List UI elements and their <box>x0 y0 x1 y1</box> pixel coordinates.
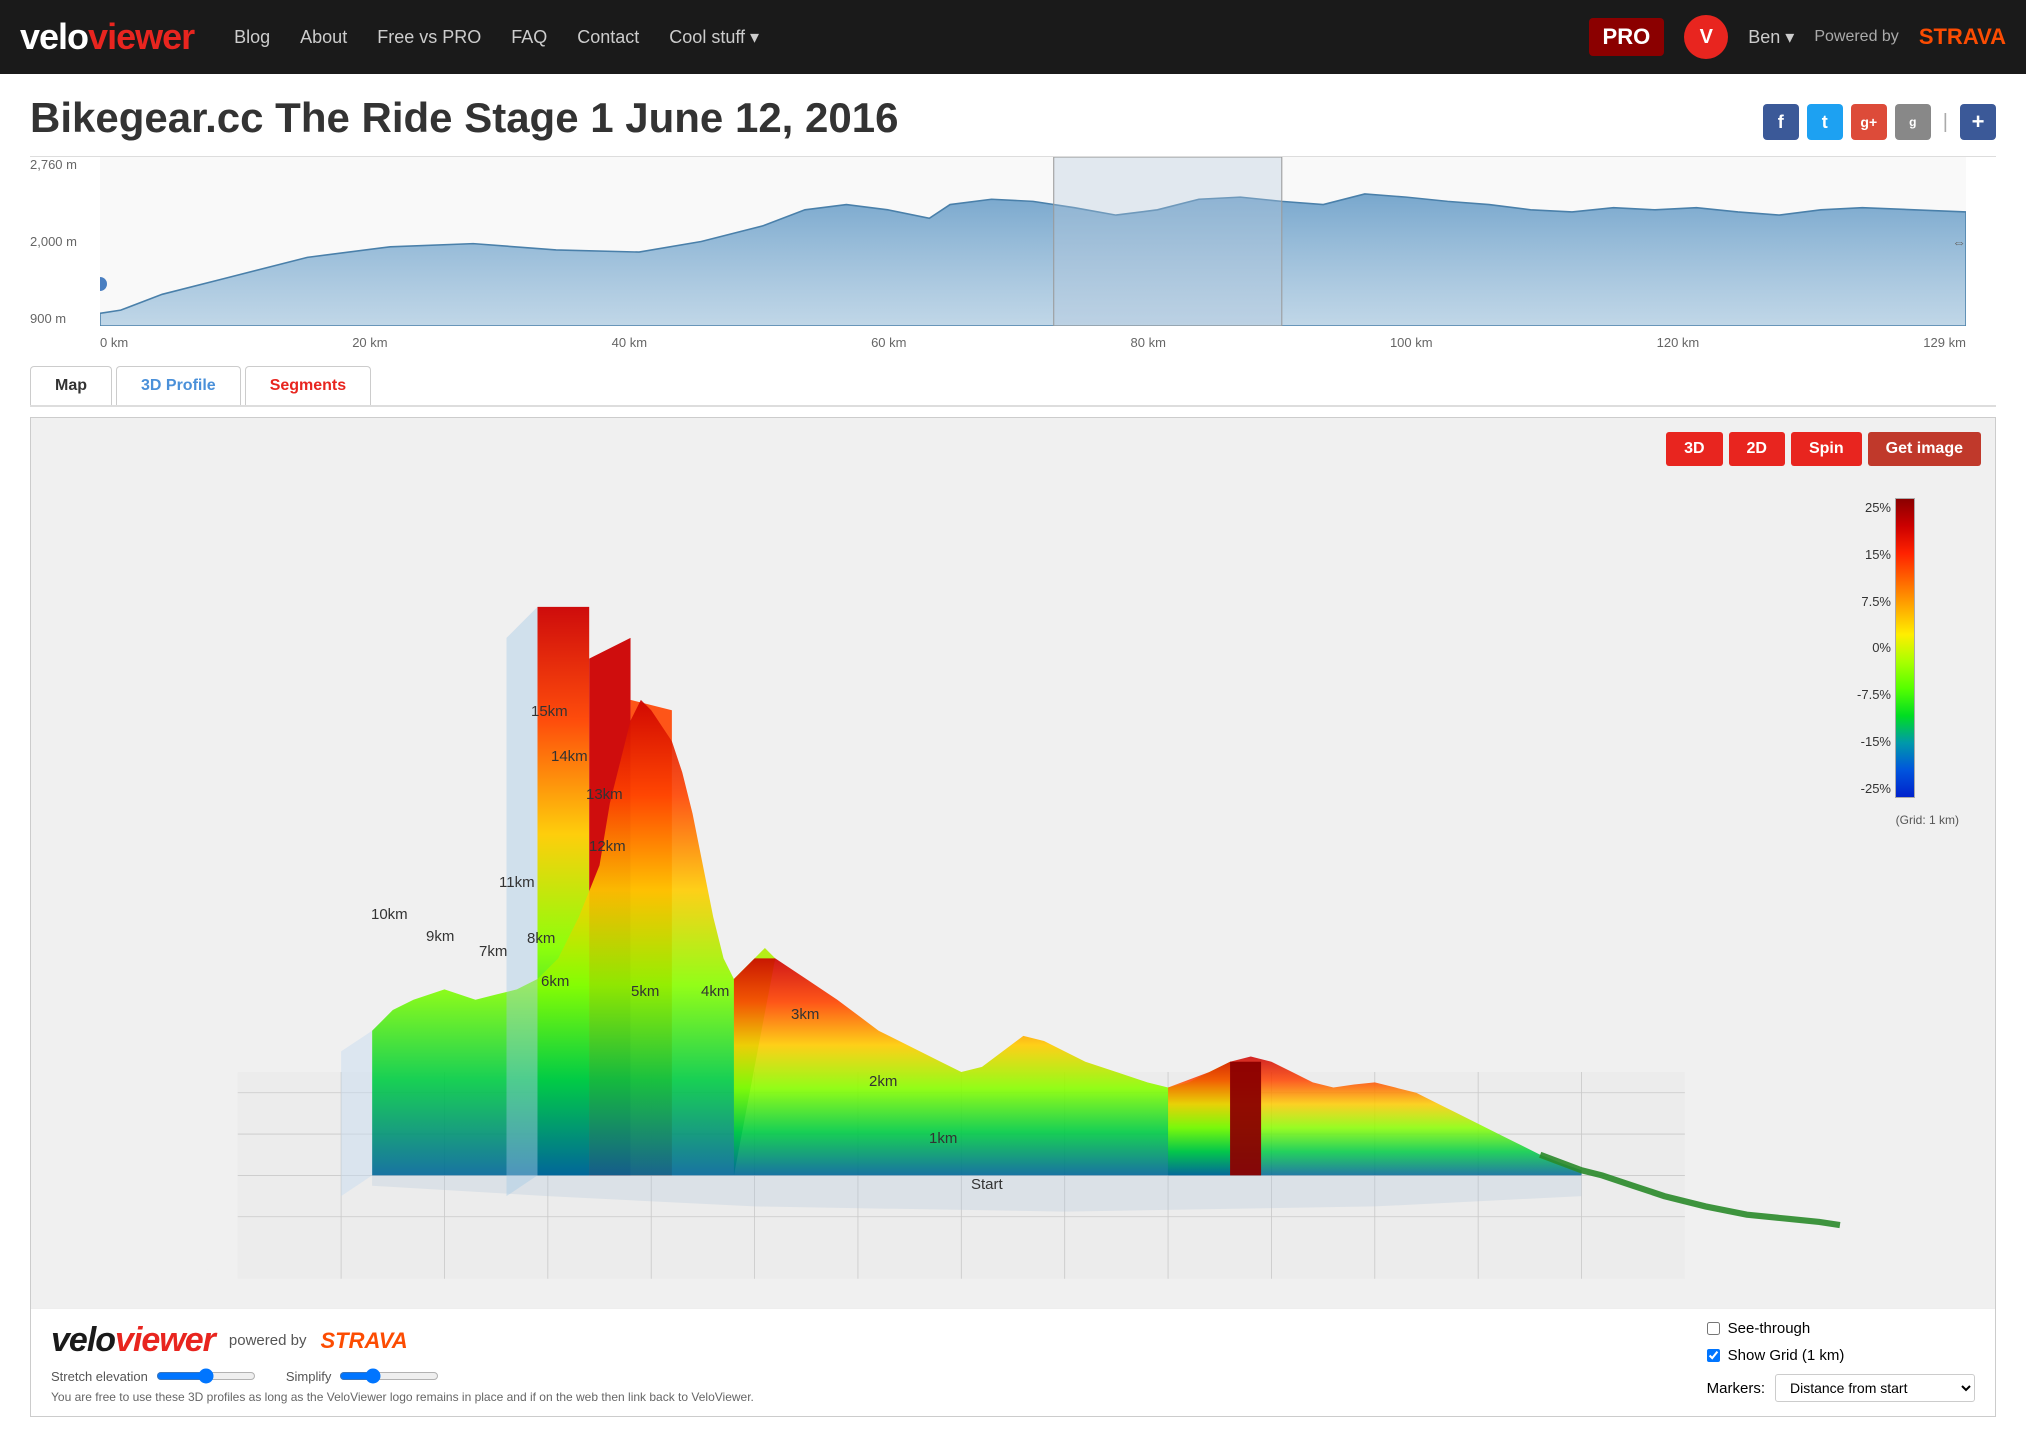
markers-label: Markers: <box>1707 1380 1765 1397</box>
strava-logo: STRAVA <box>1919 24 2006 50</box>
navigation-bar: veloviewer Blog About Free vs PRO FAQ Co… <box>0 0 2026 74</box>
scale-7p5: 7.5% <box>1861 594 1891 609</box>
elevation-chart-area[interactable]: ⇔ <box>100 157 1966 326</box>
markers-select[interactable]: Distance from start <box>1775 1374 1975 1402</box>
view-tabs: Map 3D Profile Segments <box>30 366 1996 407</box>
twitter-icon[interactable]: t <box>1807 104 1843 140</box>
btn-3d[interactable]: 3D <box>1666 432 1722 466</box>
y-label-max: 2,760 m <box>30 157 100 172</box>
page-title: Bikegear.cc The Ride Stage 1 June 12, 20… <box>30 94 898 142</box>
show-grid-checkbox[interactable] <box>1707 1349 1720 1362</box>
nav-links: Blog About Free vs PRO FAQ Contact Cool … <box>234 27 1588 48</box>
simplify-label: Simplify <box>286 1369 332 1384</box>
pro-badge: PRO <box>1589 18 1665 56</box>
x-label-20: 20 km <box>352 335 387 350</box>
markers-row: Markers: Distance from start <box>1707 1374 1975 1402</box>
show-grid-row: Show Grid (1 km) <box>1707 1347 1845 1364</box>
veloviewer-icon: V <box>1684 15 1728 59</box>
x-label-80: 80 km <box>1131 335 1166 350</box>
main-content: Bikegear.cc The Ride Stage 1 June 12, 20… <box>0 74 2026 1437</box>
tab-3d-profile[interactable]: 3D Profile <box>116 366 241 405</box>
user-menu[interactable]: Ben ▾ <box>1748 27 1794 48</box>
nav-contact[interactable]: Contact <box>577 27 639 48</box>
tab-map[interactable]: Map <box>30 366 112 405</box>
facebook-icon[interactable]: f <box>1763 104 1799 140</box>
3d-scene[interactable]: 15km 14km 13km 12km 11km 10km 9km 7km 8k… <box>31 418 1995 1416</box>
stretch-label: Stretch elevation <box>51 1369 148 1384</box>
googlemaps-icon[interactable]: g <box>1895 104 1931 140</box>
x-label-40: 40 km <box>612 335 647 350</box>
show-grid-label: Show Grid (1 km) <box>1728 1347 1845 1364</box>
nav-faq[interactable]: FAQ <box>511 27 547 48</box>
scale-m7p5: -7.5% <box>1857 687 1891 702</box>
grid-note: (Grid: 1 km) <box>1896 813 1959 827</box>
see-through-label: See-through <box>1728 1320 1811 1337</box>
nav-coolstuff[interactable]: Cool stuff ▾ <box>669 27 759 48</box>
add-icon[interactable]: + <box>1960 104 1996 140</box>
elevation-y-axis: 2,760 m 2,000 m 900 m <box>30 157 100 326</box>
stretch-slider[interactable] <box>156 1368 256 1384</box>
simplify-slider-group: Simplify <box>286 1368 440 1384</box>
tab-segments[interactable]: Segments <box>245 366 371 405</box>
bottom-veloviewer-logo: veloviewer <box>51 1321 215 1360</box>
3d-controls: 3D 2D Spin Get image <box>1666 432 1981 466</box>
legal-text: You are free to use these 3D profiles as… <box>51 1390 754 1404</box>
x-label-0: 0 km <box>100 335 128 350</box>
elevation-x-axis: 0 km 20 km 40 km 60 km 80 km 100 km 120 … <box>100 328 1966 356</box>
powered-by-label: Powered by <box>1814 28 1899 46</box>
x-label-end: 129 km <box>1923 335 1966 350</box>
y-label-mid: 2,000 m <box>30 234 100 249</box>
nav-right: PRO V Ben ▾ Powered by STRAVA <box>1589 15 2006 59</box>
btn-get-image[interactable]: Get image <box>1868 432 1981 466</box>
see-through-checkbox[interactable] <box>1707 1322 1720 1335</box>
bottom-logo-area: veloviewer powered by STRAVA <box>51 1321 754 1360</box>
social-bar: f t g+ g | + <box>1763 104 1996 140</box>
x-label-100: 100 km <box>1390 335 1433 350</box>
see-through-row: See-through <box>1707 1320 1811 1337</box>
scale-m15: -15% <box>1861 734 1891 749</box>
simplify-slider[interactable] <box>339 1368 439 1384</box>
stretch-slider-group: Stretch elevation <box>51 1368 256 1384</box>
nav-blog[interactable]: Blog <box>234 27 270 48</box>
right-controls: See-through Show Grid (1 km) Markers: Di… <box>1707 1320 1975 1402</box>
3d-view-container: None 3D 2D Spin Get image <box>30 417 1996 1417</box>
site-logo[interactable]: veloviewer <box>20 16 194 58</box>
sliders-area: Stretch elevation Simplify <box>51 1368 754 1384</box>
resize-handle[interactable]: ⇔ <box>1952 234 1966 250</box>
bottom-bar: veloviewer powered by STRAVA Stretch ele… <box>31 1308 1995 1416</box>
elevation-chart: 2,760 m 2,000 m 900 m ⇔ 0 km <box>30 156 1996 356</box>
x-label-60: 60 km <box>871 335 906 350</box>
bottom-powered-label: powered by <box>229 1332 307 1349</box>
y-label-min: 900 m <box>30 311 100 326</box>
googleplus-icon[interactable]: g+ <box>1851 104 1887 140</box>
scale-m25: -25% <box>1861 781 1891 796</box>
nav-about[interactable]: About <box>300 27 347 48</box>
scale-15p: 15% <box>1865 547 1891 562</box>
bottom-strava-label: STRAVA <box>320 1328 407 1354</box>
x-label-120: 120 km <box>1657 335 1700 350</box>
nav-freeVsPro[interactable]: Free vs PRO <box>377 27 481 48</box>
btn-2d[interactable]: 2D <box>1729 432 1785 466</box>
scale-0: 0% <box>1872 640 1891 655</box>
btn-spin[interactable]: Spin <box>1791 432 1862 466</box>
scale-25p: 25% <box>1865 500 1891 515</box>
